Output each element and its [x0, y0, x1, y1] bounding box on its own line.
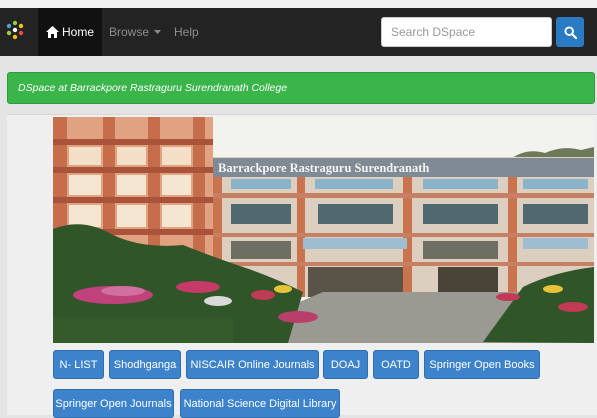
- nav-browse-label: Browse: [109, 25, 150, 39]
- navbar: Home Browse Help: [0, 8, 597, 56]
- link-button-label: DOAJ: [330, 358, 361, 371]
- link-button-label: OATD: [381, 358, 411, 371]
- search-icon: [563, 25, 577, 39]
- link-button-label: Springer Open Journals: [55, 397, 172, 410]
- top-strip: [0, 0, 597, 8]
- link-button-n-list[interactable]: N- LIST: [53, 350, 104, 379]
- nav-home[interactable]: Home: [38, 8, 103, 56]
- link-button-label: Shodhganga: [113, 358, 177, 371]
- link-button-label: Springer Open Books: [429, 358, 535, 371]
- college-photo: Barrackpore Rastraguru Surendranath: [53, 117, 594, 343]
- link-button-springer-open-books[interactable]: Springer Open Books: [424, 350, 540, 379]
- college-photo-image: Barrackpore Rastraguru Surendranath: [53, 117, 594, 343]
- home-icon: [46, 26, 59, 38]
- repository-banner: DSpace at Barrackpore Rastraguru Surendr…: [7, 72, 595, 104]
- nav-browse[interactable]: Browse: [109, 8, 162, 56]
- search-input[interactable]: [381, 17, 552, 47]
- link-button-label: N- LIST: [59, 358, 98, 371]
- link-button-oatd[interactable]: OATD: [373, 350, 419, 379]
- link-button-shodhganga[interactable]: Shodhganga: [109, 350, 181, 379]
- repository-banner-text: DSpace at Barrackpore Rastraguru Surendr…: [18, 82, 288, 94]
- link-button-doaj[interactable]: DOAJ: [323, 350, 368, 379]
- link-button-niscair[interactable]: NISCAIR Online Journals: [186, 350, 319, 379]
- link-button-label: National Science Digital Library: [183, 397, 337, 410]
- nav-home-label: Home: [62, 25, 95, 39]
- link-button-label: NISCAIR Online Journals: [190, 358, 315, 371]
- nav-help[interactable]: Help: [174, 8, 199, 56]
- caret-down-icon: [154, 30, 162, 34]
- search-button[interactable]: [556, 17, 584, 47]
- building-sign-text: Barrackpore Rastraguru Surendranath: [218, 161, 429, 175]
- dspace-logo-icon[interactable]: [4, 20, 26, 42]
- nav-help-label: Help: [174, 25, 199, 39]
